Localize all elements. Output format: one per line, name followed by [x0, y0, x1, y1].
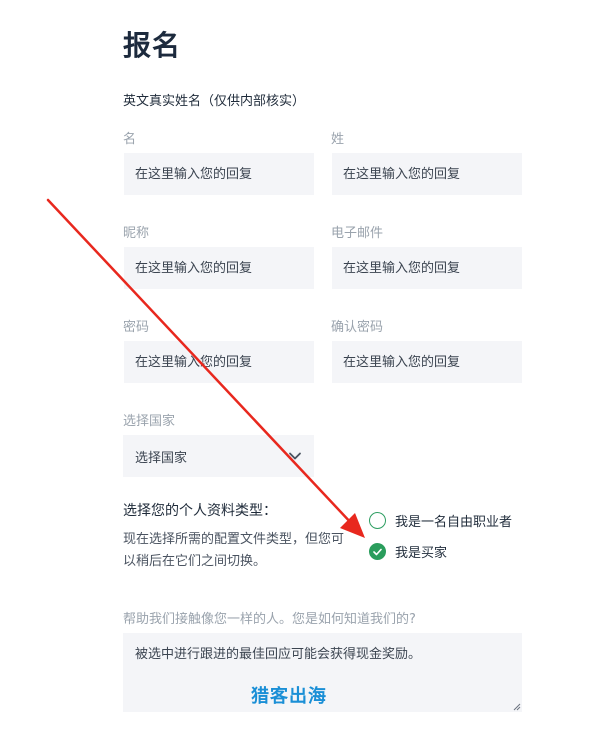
- confirm-password-label: 确认密码: [331, 320, 384, 335]
- name-section-label: 英文真实姓名（仅供内部核实）: [123, 94, 306, 109]
- watermark-logo: 猎客出海: [251, 686, 327, 707]
- resize-grip-icon[interactable]: [512, 702, 521, 711]
- profile-type-description: 现在选择所需的配置文件类型，但您可以稍后在它们之间切换。: [123, 532, 345, 569]
- country-select-value: 选择国家: [135, 450, 188, 466]
- radio-unchecked-icon[interactable]: [369, 512, 386, 529]
- email-input[interactable]: [332, 247, 522, 289]
- check-icon: [373, 548, 382, 556]
- page-title: 报名: [123, 29, 182, 62]
- password-input[interactable]: [124, 341, 314, 383]
- password-label: 密码: [123, 320, 150, 335]
- country-select[interactable]: 选择国家: [123, 435, 314, 477]
- nickname-label: 昵称: [123, 226, 150, 241]
- radio-checked-icon[interactable]: [369, 543, 386, 560]
- chevron-down-icon: [289, 452, 301, 460]
- email-label: 电子邮件: [331, 226, 384, 241]
- confirm-password-input[interactable]: [332, 341, 522, 383]
- radio-buyer[interactable]: 我是买家: [369, 542, 447, 561]
- last-name-label: 姓: [331, 132, 345, 147]
- first-name-label: 名: [123, 132, 137, 147]
- referral-label: 帮助我们接触像您一样的人。您是如何知道我们的?: [123, 612, 416, 627]
- referral-text: 被选中进行跟进的最佳回应可能会获得现金奖励。: [135, 647, 422, 662]
- radio-freelancer-label: 我是一名自由职业者: [395, 515, 513, 530]
- country-label: 选择国家: [123, 414, 176, 429]
- first-name-input[interactable]: [124, 153, 314, 195]
- last-name-input[interactable]: [332, 153, 522, 195]
- profile-type-question: 选择您的个人资料类型：: [123, 503, 277, 519]
- nickname-input[interactable]: [124, 247, 314, 289]
- radio-buyer-label: 我是买家: [395, 546, 448, 561]
- radio-freelancer[interactable]: 我是一名自由职业者: [369, 511, 512, 530]
